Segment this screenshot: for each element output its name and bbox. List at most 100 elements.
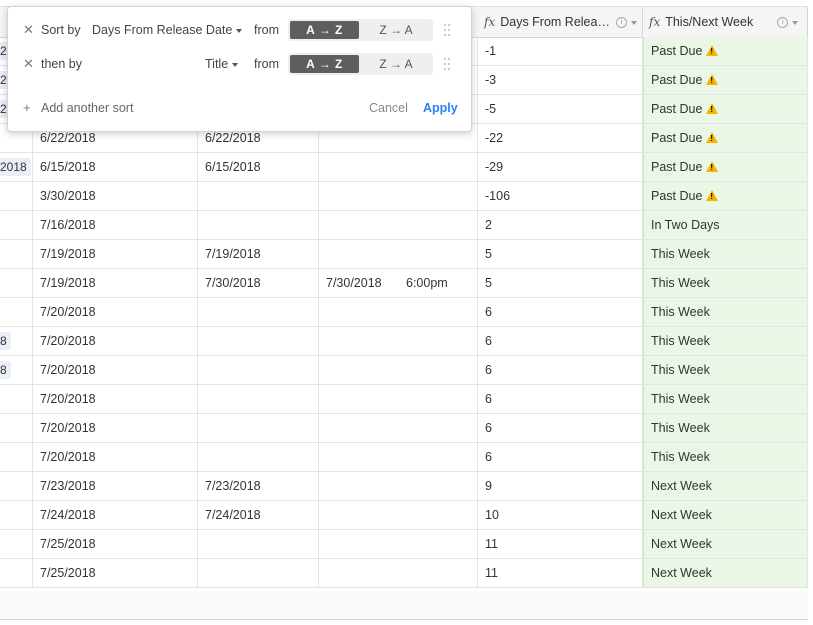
table-row[interactable]: 7/20/2018 6 This Week — [0, 443, 808, 472]
table-row[interactable]: 7/25/2018 11 Next Week — [0, 530, 808, 559]
cell-date-3[interactable] — [319, 356, 478, 384]
cell-days-from-release[interactable]: 5 — [478, 240, 643, 268]
table-row[interactable]: 7/25/2018 11 Next Week — [0, 559, 808, 588]
cell-date-2[interactable]: 7/23/2018 — [198, 472, 319, 500]
cell-this-next-week[interactable]: This Week — [643, 414, 808, 442]
cell-date-3[interactable] — [319, 327, 478, 355]
table-row[interactable]: 7/20/2018 6 This Week — [0, 414, 808, 443]
cell-date-3[interactable] — [319, 182, 478, 210]
cell-date-1[interactable]: 7/16/2018 — [33, 211, 198, 239]
cell-date-2[interactable] — [198, 327, 319, 355]
info-icon[interactable]: i — [777, 17, 789, 29]
cell-days-from-release[interactable]: -106 — [478, 182, 643, 210]
cell-this-next-week[interactable]: This Week — [643, 298, 808, 326]
cell-left-partial[interactable] — [0, 530, 33, 558]
cell-date-2[interactable] — [198, 385, 319, 413]
cell-days-from-release[interactable]: 9 — [478, 472, 643, 500]
cell-date-2[interactable]: 7/24/2018 — [198, 501, 319, 529]
cell-date-2[interactable] — [198, 530, 319, 558]
cell-date-1[interactable]: 7/20/2018 — [33, 298, 198, 326]
cell-days-from-release[interactable]: 5 — [478, 269, 643, 297]
cell-date-2[interactable]: 6/15/2018 — [198, 153, 319, 181]
cell-left-partial[interactable] — [0, 240, 33, 268]
cell-left-partial[interactable] — [0, 385, 33, 413]
cell-this-next-week[interactable]: This Week — [643, 269, 808, 297]
cell-date-3[interactable] — [319, 385, 478, 413]
table-row[interactable]: 7/20/2018 6 This Week — [0, 385, 808, 414]
cell-date-3[interactable] — [319, 443, 478, 471]
cell-days-from-release[interactable]: 6 — [478, 298, 643, 326]
cell-date-2[interactable] — [198, 559, 319, 587]
cell-left-partial[interactable] — [0, 414, 33, 442]
cell-date-1[interactable]: 7/23/2018 — [33, 472, 198, 500]
cell-days-from-release[interactable]: 6 — [478, 414, 643, 442]
cell-this-next-week[interactable]: This Week — [643, 385, 808, 413]
cell-date-2[interactable]: 7/30/2018 — [198, 269, 319, 297]
apply-button[interactable]: Apply — [423, 95, 458, 121]
cell-this-next-week[interactable]: Past Due! — [643, 153, 808, 181]
cell-date-1[interactable]: 7/20/2018 — [33, 385, 198, 413]
cell-date-1[interactable]: 7/19/2018 — [33, 269, 198, 297]
cell-this-next-week[interactable]: Next Week — [643, 501, 808, 529]
cell-days-from-release[interactable]: 2 — [478, 211, 643, 239]
table-row[interactable]: 7/20/2018 6 This Week — [0, 298, 808, 327]
cell-this-next-week[interactable]: This Week — [643, 356, 808, 384]
cell-date-3[interactable] — [319, 472, 478, 500]
cell-date-1[interactable]: 6/15/2018 — [33, 153, 198, 181]
cell-left-partial[interactable] — [0, 472, 33, 500]
cell-days-from-release[interactable]: -22 — [478, 124, 643, 152]
sort-ascending-button[interactable]: A → Z — [290, 21, 359, 39]
cell-left-partial[interactable] — [0, 211, 33, 239]
sort-field-select[interactable]: Title — [205, 51, 239, 77]
cell-this-next-week[interactable]: Past Due! — [643, 95, 808, 123]
table-row[interactable]: 7/19/2018 7/30/2018 7/30/2018 6:00pm 5 This W… — [0, 269, 808, 298]
cell-this-next-week[interactable]: Past Due! — [643, 66, 808, 94]
cell-days-from-release[interactable]: 6 — [478, 356, 643, 384]
cell-left-partial[interactable]: 8 — [0, 327, 33, 355]
cell-left-partial[interactable] — [0, 501, 33, 529]
cell-this-next-week[interactable]: Past Due! — [643, 182, 808, 210]
cell-date-1[interactable]: 7/25/2018 — [33, 559, 198, 587]
info-icon[interactable]: i — [615, 17, 627, 29]
remove-sort-icon[interactable]: ✕ — [23, 51, 34, 77]
sort-ascending-button[interactable]: A → Z — [290, 55, 359, 73]
cell-date-1[interactable]: 7/20/2018 — [33, 414, 198, 442]
cell-date-3[interactable] — [319, 414, 478, 442]
cell-days-from-release[interactable]: 6 — [478, 443, 643, 471]
table-row[interactable]: 3/30/2018 -106 Past Due! — [0, 182, 808, 211]
cell-date-3[interactable] — [319, 211, 478, 239]
cell-date-2[interactable] — [198, 182, 319, 210]
cell-left-partial[interactable] — [0, 269, 33, 297]
cell-left-partial[interactable] — [0, 443, 33, 471]
column-header-days-from-release[interactable]: fx Days From Relea… i — [478, 7, 643, 37]
cell-date-3[interactable] — [319, 240, 478, 268]
table-row[interactable]: 7/24/2018 7/24/2018 10 Next Week — [0, 501, 808, 530]
cell-days-from-release[interactable]: -1 — [478, 37, 643, 65]
cell-date-3[interactable] — [319, 298, 478, 326]
cell-date-2[interactable] — [198, 414, 319, 442]
cell-left-partial[interactable] — [0, 298, 33, 326]
table-row[interactable]: 7/16/2018 2 In Two Days — [0, 211, 808, 240]
cell-days-from-release[interactable]: -5 — [478, 95, 643, 123]
cell-this-next-week[interactable]: Past Due! — [643, 124, 808, 152]
cell-days-from-release[interactable]: -3 — [478, 66, 643, 94]
cell-this-next-week[interactable]: This Week — [643, 443, 808, 471]
cell-date-2[interactable] — [198, 211, 319, 239]
cell-date-1[interactable]: 7/25/2018 — [33, 530, 198, 558]
table-row[interactable]: 8 7/20/2018 6 This Week — [0, 327, 808, 356]
cell-days-from-release[interactable]: 11 — [478, 559, 643, 587]
table-row[interactable]: 8 7/20/2018 6 This Week — [0, 356, 808, 385]
table-row[interactable]: 7/23/2018 7/23/2018 9 Next Week — [0, 472, 808, 501]
drag-handle-icon[interactable] — [444, 58, 450, 70]
chevron-down-icon[interactable] — [792, 20, 799, 25]
cell-date-3[interactable] — [319, 501, 478, 529]
cell-date-1[interactable]: 7/20/2018 — [33, 356, 198, 384]
cell-left-partial[interactable] — [0, 182, 33, 210]
cell-date-3[interactable] — [319, 559, 478, 587]
cell-date-1[interactable]: 7/20/2018 — [33, 327, 198, 355]
remove-sort-icon[interactable]: ✕ — [23, 17, 34, 43]
table-row[interactable]: 7/19/2018 7/19/2018 5 This Week — [0, 240, 808, 269]
cell-date-2[interactable] — [198, 356, 319, 384]
cell-this-next-week[interactable]: Past Due! — [643, 37, 808, 65]
cell-date-1[interactable]: 7/19/2018 — [33, 240, 198, 268]
